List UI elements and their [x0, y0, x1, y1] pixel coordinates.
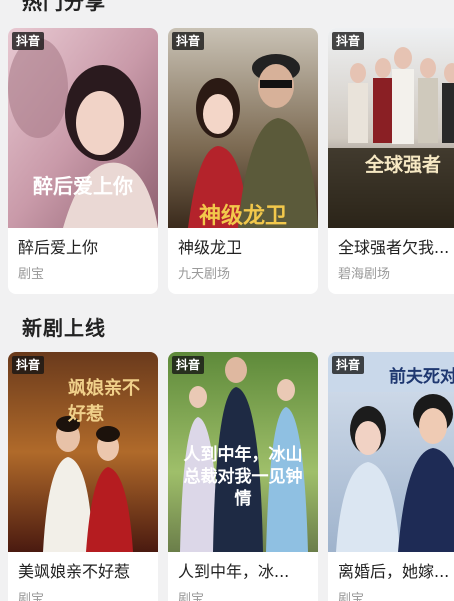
- drama-home-page: 热门分享 抖音 醉后爱上你 醉后爱上你 剧宝 抖音 神级龙卫 神级龙卫 九天剧场…: [0, 0, 454, 601]
- drama-source: 剧宝: [18, 267, 45, 282]
- drama-title: 神级龙卫: [178, 238, 243, 257]
- platform-badge: 抖音: [172, 32, 205, 50]
- platform-badge: 抖音: [332, 32, 365, 50]
- drama-card[interactable]: 抖音 醉后爱上你 醉后爱上你 剧宝: [8, 28, 158, 294]
- section-title-new-releases: 新剧上线: [22, 316, 106, 340]
- poster-title-text: 神级龙卫: [198, 203, 287, 228]
- drama-card[interactable]: 抖音 全球强者 全球强者欠我... 碧海剧场: [328, 28, 454, 294]
- drama-source: 九天剧场: [178, 267, 231, 282]
- platform-badge: 抖音: [172, 356, 205, 374]
- drama-source: 剧宝: [18, 592, 45, 601]
- drama-poster[interactable]: 抖音 全球强者: [328, 28, 454, 228]
- drama-source: 剧宝: [178, 592, 205, 601]
- poster-title-text: 人到中年，冰山总裁对我一见钟情: [183, 445, 303, 509]
- drama-card[interactable]: 抖音 前夫死对头 离婚后，她嫁... 剧宝: [328, 352, 454, 601]
- poster-title-text: 飒娘亲不好惹: [68, 378, 140, 425]
- poster-title-text: 前夫死对头: [389, 367, 454, 387]
- poster-title-text: 全球强者: [364, 154, 441, 176]
- platform-badge: 抖音: [12, 32, 45, 50]
- section-title-hot-shares: 热门分享: [22, 0, 106, 14]
- drama-title: 美飒娘亲不好惹: [18, 562, 131, 581]
- drama-poster[interactable]: 抖音 前夫死对头: [328, 352, 454, 552]
- platform-badge: 抖音: [12, 356, 45, 374]
- drama-card[interactable]: 抖音 神级龙卫 神级龙卫 九天剧场: [168, 28, 318, 294]
- drama-card[interactable]: 抖音 人到中年，冰山总裁对我一见钟情 人到中年，冰... 剧宝: [168, 352, 318, 601]
- poster-title-text: 醉后爱上你: [33, 174, 133, 198]
- drama-title: 醉后爱上你: [18, 238, 99, 257]
- drama-title: 全球强者欠我...: [338, 238, 450, 257]
- drama-title: 人到中年，冰...: [178, 562, 290, 581]
- drama-poster[interactable]: 抖音 飒娘亲不好惹: [8, 352, 158, 552]
- drama-source: 剧宝: [338, 592, 365, 601]
- drama-poster[interactable]: 抖音 神级龙卫: [168, 28, 318, 228]
- drama-source: 碧海剧场: [338, 267, 391, 282]
- drama-poster[interactable]: 抖音 人到中年，冰山总裁对我一见钟情: [168, 352, 318, 552]
- drama-title: 离婚后，她嫁...: [338, 562, 450, 581]
- drama-poster[interactable]: 抖音 醉后爱上你: [8, 28, 158, 228]
- drama-card[interactable]: 抖音 飒娘亲不好惹 美飒娘亲不好惹 剧宝: [8, 352, 158, 601]
